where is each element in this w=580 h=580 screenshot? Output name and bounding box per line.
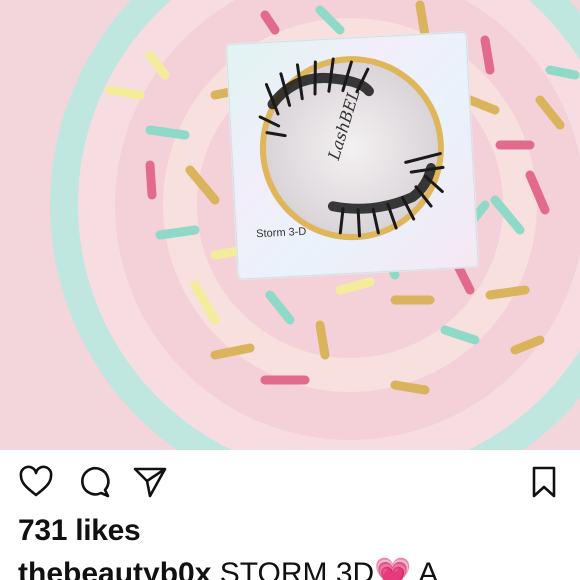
heart-outline-icon[interactable] [18,464,54,500]
lash-box: LashBEL Storm 3-D [225,31,480,281]
heart-emoji: 💗 [374,557,412,580]
bookmark-icon[interactable] [526,464,562,500]
post-action-bar [0,450,580,512]
caption-username[interactable]: thebeautyb0x [18,557,211,580]
instagram-post: LashBEL Storm 3-D 731 likes thebeautyb0x… [0,0,580,580]
likes-count[interactable]: 731 likes [18,514,141,548]
speech-bubble-icon[interactable] [76,464,112,500]
donut-photo-illustration: LashBEL Storm 3-D [0,0,580,450]
caption-text-tail: A [411,557,439,580]
post-caption: thebeautyb0x STORM 3D💗 A [18,556,438,580]
caption-text: STORM 3D [211,557,375,580]
paper-plane-icon[interactable] [132,464,168,500]
post-photo[interactable]: LashBEL Storm 3-D [0,0,580,450]
